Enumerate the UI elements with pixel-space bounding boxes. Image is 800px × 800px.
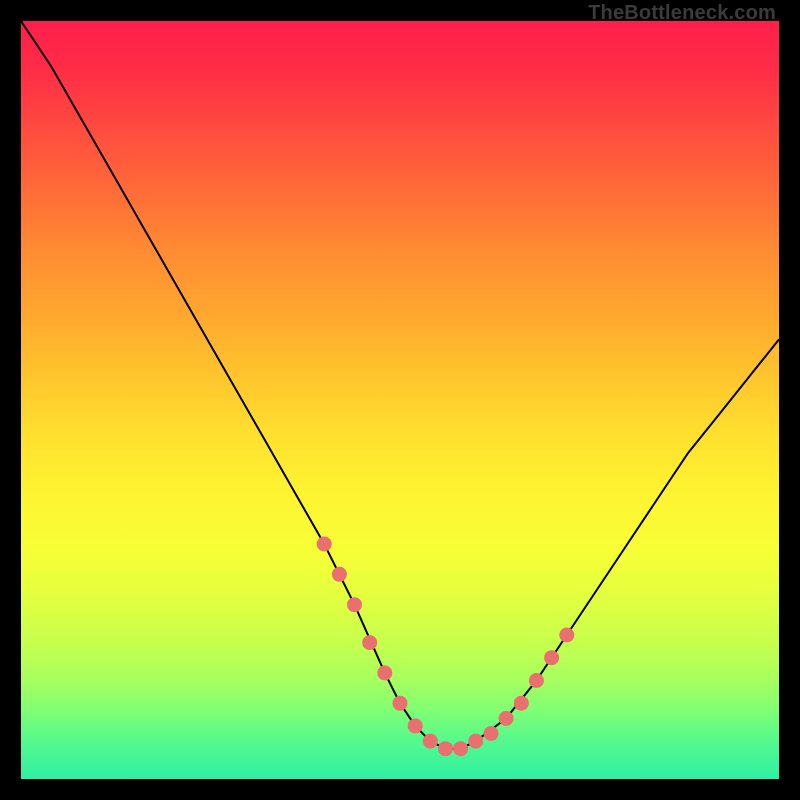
marker-dot [393, 696, 407, 710]
plot-area [21, 21, 779, 779]
marker-dot [348, 598, 362, 612]
chart-svg [21, 21, 779, 779]
marker-dot [363, 636, 377, 650]
marker-dot [514, 696, 528, 710]
marker-dot [484, 727, 498, 741]
marker-dot [469, 734, 483, 748]
bottleneck-curve [21, 21, 779, 749]
marker-dot [378, 666, 392, 680]
marker-dot [529, 674, 543, 688]
marker-dot [408, 719, 422, 733]
marker-group [317, 537, 574, 756]
marker-dot [545, 651, 559, 665]
marker-dot [332, 567, 346, 581]
marker-dot [317, 537, 331, 551]
marker-dot [499, 711, 513, 725]
marker-dot [439, 742, 453, 756]
chart-frame: TheBottleneck.com [0, 0, 800, 800]
marker-dot [560, 628, 574, 642]
marker-dot [454, 742, 468, 756]
marker-dot [423, 734, 437, 748]
